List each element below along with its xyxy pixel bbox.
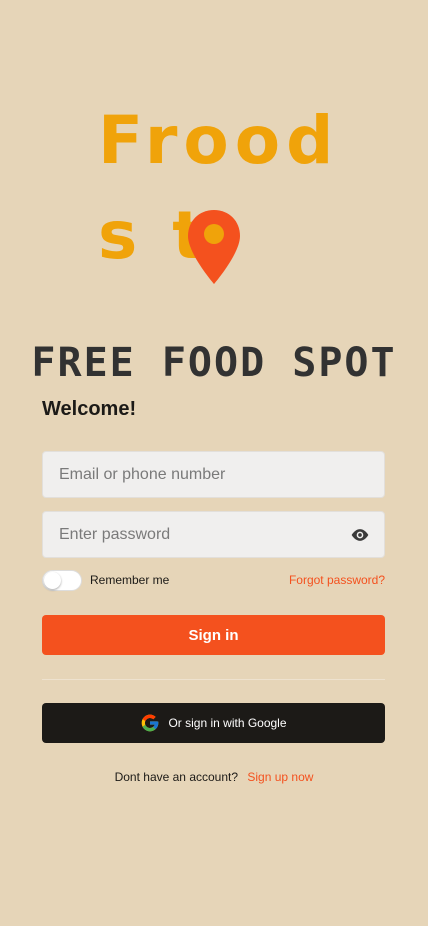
google-button-label: Or sign in with Google	[168, 716, 287, 730]
password-field[interactable]	[42, 511, 385, 558]
remember-me-label: Remember me	[90, 573, 170, 587]
logo-word-frood: Frood	[98, 102, 340, 179]
sign-up-link[interactable]: Sign up now	[247, 770, 313, 784]
signup-row: Dont have an account? Sign up now	[0, 770, 428, 784]
remember-me-toggle[interactable]	[42, 570, 82, 591]
password-input[interactable]	[43, 512, 384, 557]
eye-icon[interactable]	[350, 526, 370, 544]
welcome-heading: Welcome!	[42, 398, 137, 420]
divider	[42, 679, 385, 680]
email-input[interactable]	[43, 452, 384, 497]
google-sign-in-button[interactable]: Or sign in with Google	[42, 703, 385, 743]
tagline: FREE FOOD SPOT	[31, 340, 397, 386]
google-icon	[142, 714, 159, 732]
email-field[interactable]	[42, 451, 385, 498]
signup-prompt: Dont have an account?	[114, 770, 239, 784]
map-pin-icon	[188, 210, 240, 284]
app-logo: Frood s t	[98, 108, 338, 293]
sign-in-button[interactable]: Sign in	[42, 615, 385, 655]
forgot-password-link[interactable]: Forgot password?	[289, 573, 385, 587]
toggle-knob	[44, 572, 61, 589]
